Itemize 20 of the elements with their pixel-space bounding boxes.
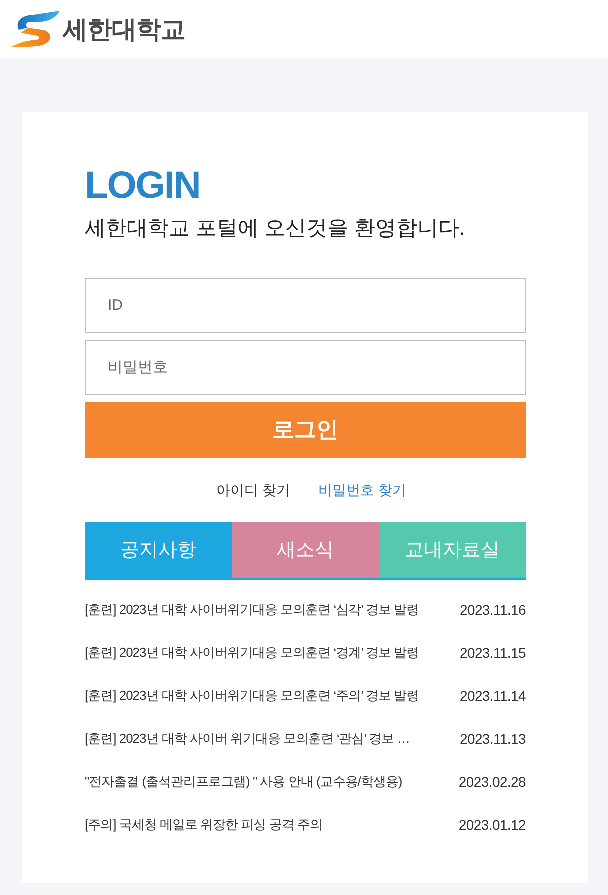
password-field[interactable]: 비밀번호 xyxy=(85,340,526,395)
notice-link[interactable]: "전자출결 (출석관리프로그램) " 사용 안내 (교수용/학생용) xyxy=(85,772,402,790)
find-link[interactable]: 아이디 찾기 xyxy=(216,480,290,500)
notice-date: 2023.11.14 xyxy=(460,688,526,704)
welcome-text: 세한대학교 포털에 오신것을 환영합니다. xyxy=(85,216,466,242)
id-field[interactable]: ID xyxy=(85,278,526,333)
find-link[interactable]: 비밀번호 찾기 xyxy=(318,480,406,500)
login-title: LOGIN xyxy=(85,164,200,208)
notice-date: 2023.11.16 xyxy=(460,602,526,618)
notice-link[interactable]: [주의] 국세청 메일로 위장한 피싱 공격 주의 xyxy=(85,816,322,834)
notice-date: 2023.01.12 xyxy=(458,816,526,832)
notice-link[interactable]: [훈련] 2023년 대학 사이버 위기대응 모의훈련 ‘관심’ 경보 … xyxy=(85,730,410,748)
logo-text: 세한대학교 xyxy=(63,14,186,46)
notice-date: 2023.02.28 xyxy=(458,774,526,790)
notice-link[interactable]: [훈련] 2023년 대학 사이버위기대응 모의훈련 ‘심각’ 경보 발령 xyxy=(85,600,420,618)
logo-icon[interactable] xyxy=(12,11,60,47)
notice-date: 2023.11.13 xyxy=(460,730,526,746)
notice-link[interactable]: [훈련] 2023년 대학 사이버위기대응 모의훈련 ‘주의’ 경보 발령 xyxy=(85,686,420,704)
notice-date: 2023.11.15 xyxy=(460,644,526,660)
notice-link[interactable]: [훈련] 2023년 대학 사이버위기대응 모의훈련 ‘경계’ 경보 발령 xyxy=(85,644,420,662)
